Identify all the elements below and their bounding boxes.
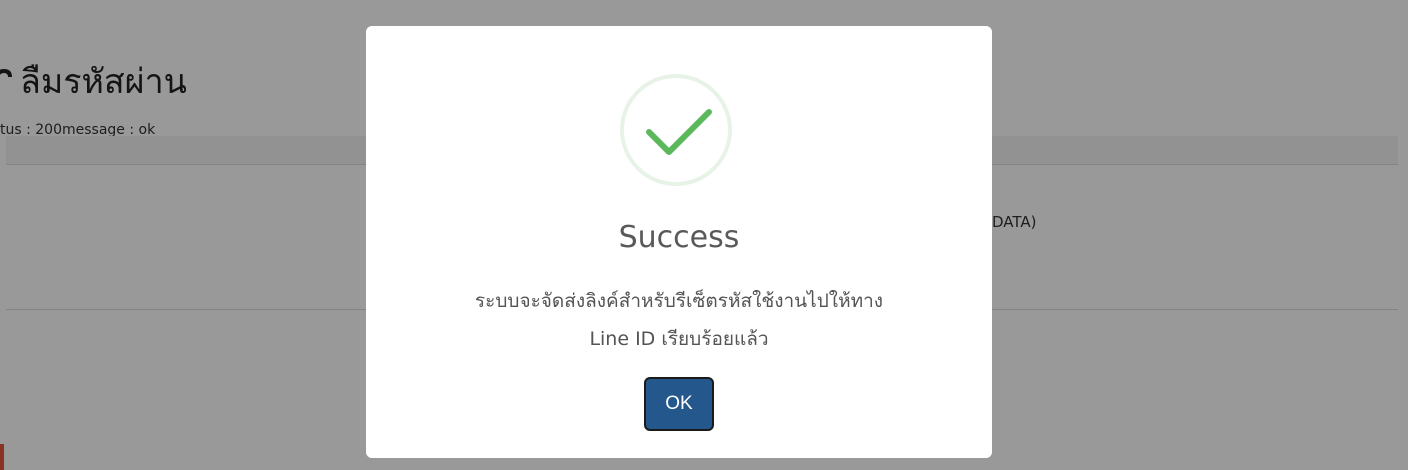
success-check-icon [620, 74, 732, 186]
success-dialog: Success ระบบจะจัดส่งลิงค์สำหรับรีเซ็ตรหั… [366, 26, 992, 458]
dialog-message-line-1: ระบบจะจัดส่งลิงค์สำหรับรีเซ็ตรหัสใช้งานไ… [474, 290, 884, 312]
dialog-message-line-2: Line ID เรียบร้อยแล้ว [589, 328, 769, 350]
screen: ลืมรหัสผ่าน tus : 200message : ok DATA) … [0, 0, 1408, 470]
ok-button[interactable]: OK [644, 377, 714, 431]
dialog-title: Success [618, 220, 740, 255]
dialog-message: ระบบจะจัดส่งลิงค์สำหรับรีเซ็ตรหัสใช้งานไ… [396, 282, 962, 358]
